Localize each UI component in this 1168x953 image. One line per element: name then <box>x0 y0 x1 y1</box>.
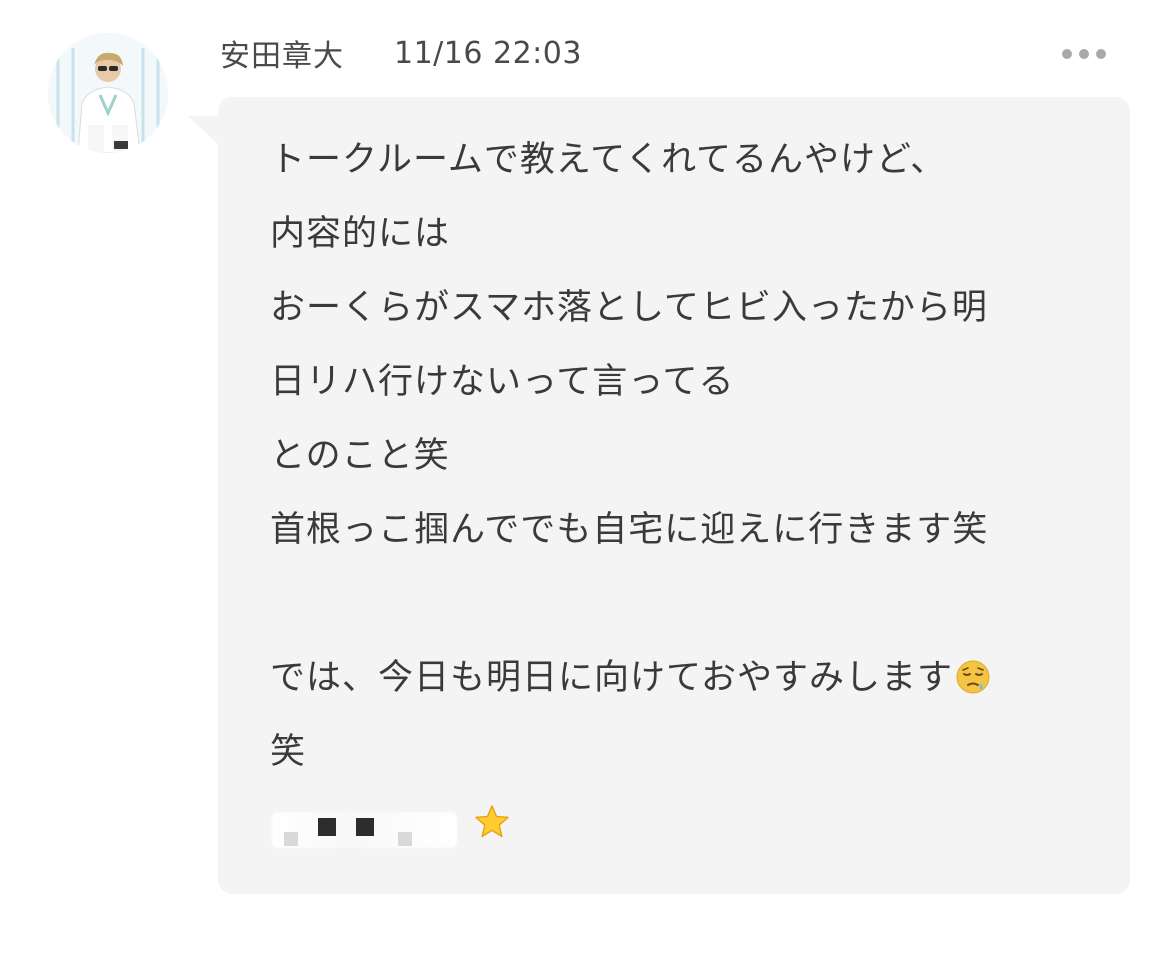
message-line: おーくらがスマホ落としてヒビ入ったから明 <box>270 288 988 328</box>
more-options-button[interactable] <box>1062 40 1106 68</box>
user-avatar-photo-icon <box>48 33 168 153</box>
post-timestamp: 11/16 22:03 <box>394 35 582 71</box>
message-line: 日リハ行けないって言ってる <box>270 362 735 402</box>
redacted-signature <box>270 796 1090 870</box>
message-line-with-emoji: では、今日も明日に向けておやすみします <box>270 648 1090 722</box>
message-body: トークルームで教えてくれてるんやけど、 内容的には おーくらがスマホ落としてヒビ… <box>270 130 1090 870</box>
bubble-tail <box>188 116 222 148</box>
redaction-square <box>356 818 374 836</box>
message-line: とのこと笑 <box>270 436 450 476</box>
message-line-blank <box>270 574 1090 648</box>
redaction-square <box>318 818 336 836</box>
message-line: 笑 <box>270 732 307 772</box>
more-horizontal-icon <box>1062 49 1072 59</box>
post-header: 安田章大 11/16 22:03 <box>220 30 582 76</box>
sleepy-face-emoji-icon <box>955 654 991 714</box>
message-line-text: では、今日も明日に向けておやすみします <box>270 658 953 698</box>
star-emoji-icon <box>474 804 510 844</box>
avatar[interactable] <box>48 33 168 153</box>
message-line: トークルームで教えてくれてるんやけど、 <box>270 140 947 180</box>
redaction-blur-dot <box>284 832 298 846</box>
redaction-blur-dot <box>398 832 412 846</box>
more-dot <box>1079 49 1089 59</box>
sender-name[interactable]: 安田章大 <box>220 31 344 75</box>
message-line: 首根っこ掴んででも自宅に迎えに行きます笑 <box>270 510 989 550</box>
more-dot <box>1096 49 1106 59</box>
message-line: 内容的には <box>270 214 451 254</box>
